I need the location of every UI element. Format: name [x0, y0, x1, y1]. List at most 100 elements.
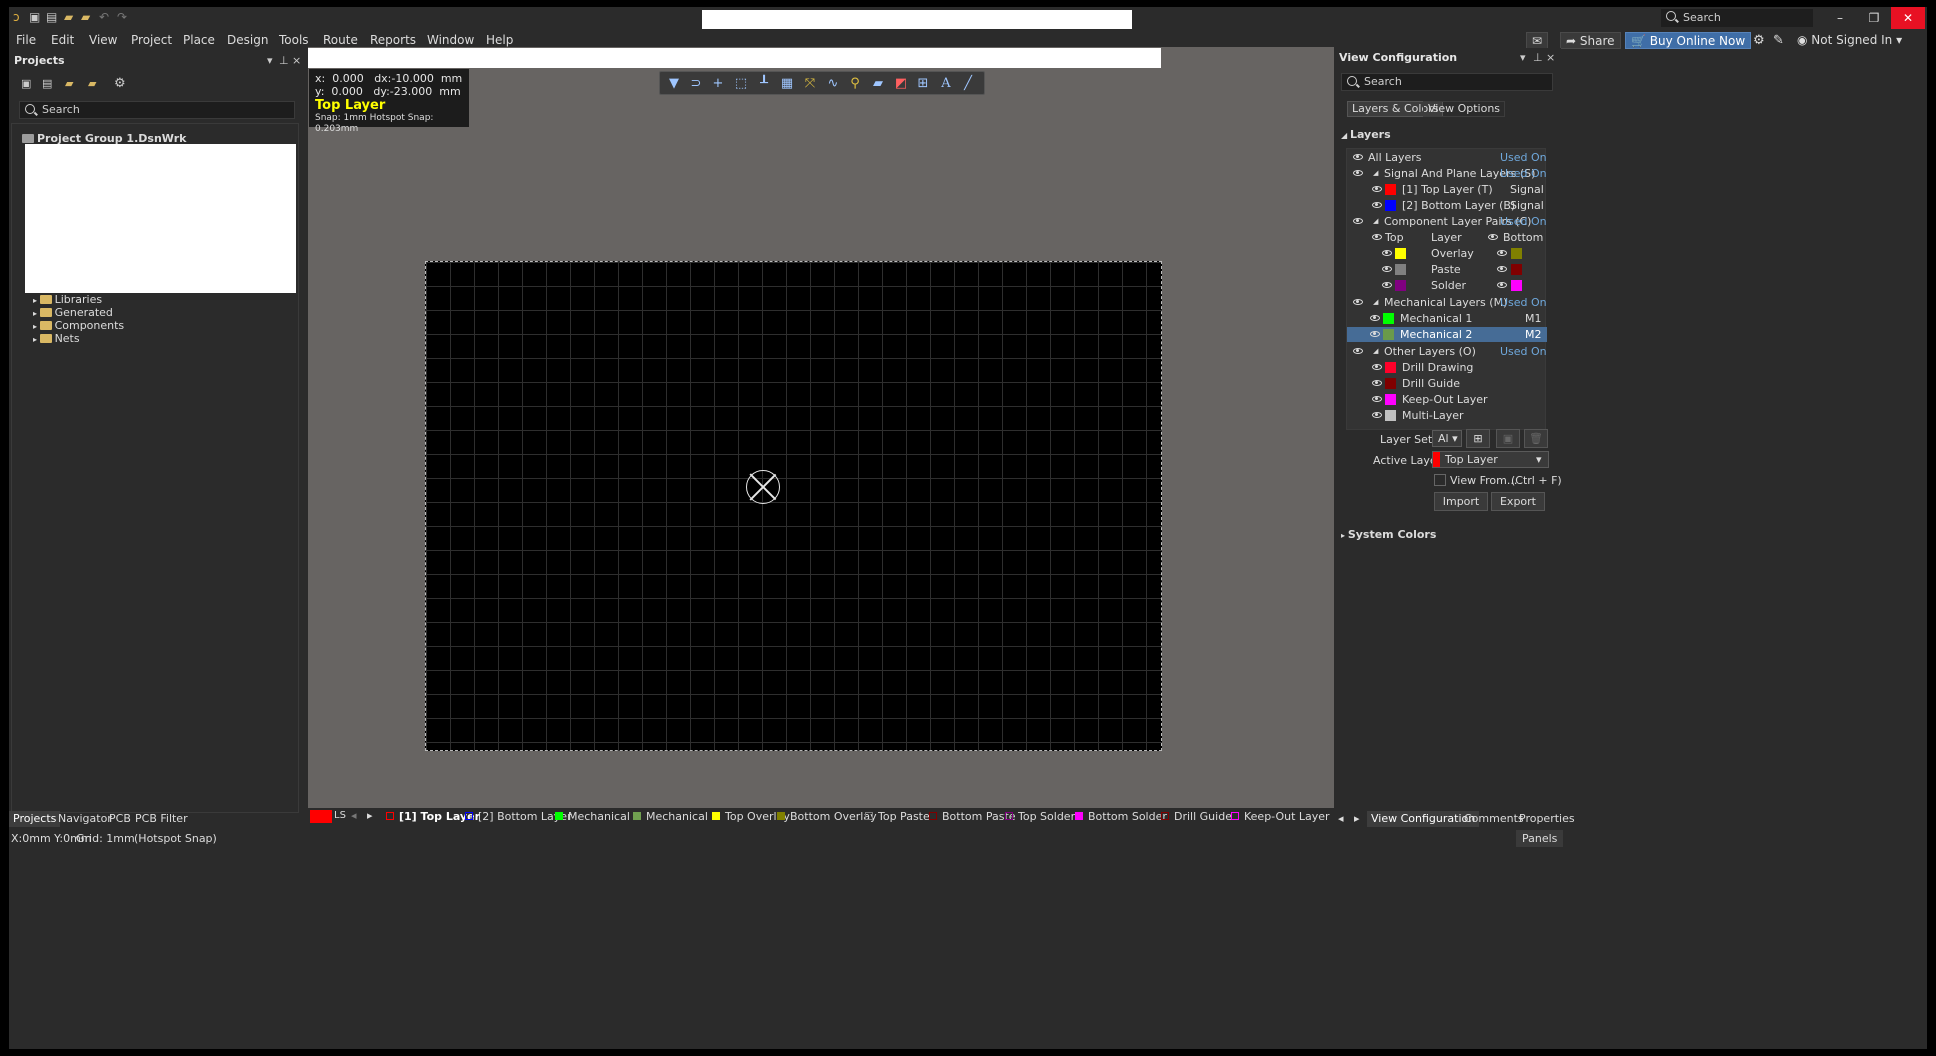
buy-online-button[interactable]: 🛒 Buy Online Now — [1625, 32, 1752, 49]
notifications-button[interactable]: ✉ — [1526, 32, 1549, 49]
select-icon[interactable]: ⬚ — [733, 76, 749, 92]
current-layer-swatch[interactable] — [310, 810, 332, 823]
layer-tab[interactable]: Bottom Overlay — [777, 810, 877, 824]
eye-icon[interactable] — [1488, 234, 1498, 240]
color-swatch[interactable] — [1385, 362, 1396, 373]
row-all-layers[interactable]: All Layers Used On — [1347, 150, 1547, 165]
eye-icon[interactable] — [1372, 234, 1382, 240]
eye-icon[interactable] — [1372, 380, 1382, 386]
row-solder[interactable]: Solder — [1347, 278, 1547, 293]
color-swatch[interactable] — [1385, 184, 1396, 195]
row-keepout[interactable]: Keep-Out Layer — [1347, 392, 1547, 407]
menu-view[interactable]: View — [89, 33, 117, 47]
save-all-projects-icon[interactable]: ▤ — [42, 77, 52, 90]
prev-layer-icon[interactable]: ◂ — [351, 809, 357, 822]
used-on-link[interactable]: Used On — [1500, 214, 1547, 229]
tools-icon[interactable]: ✎ — [1773, 33, 1784, 48]
color-swatch-bottom[interactable] — [1511, 264, 1522, 275]
menu-design[interactable]: Design — [227, 33, 268, 47]
row-mechanical-1[interactable]: Mechanical 1 M1 — [1347, 311, 1547, 326]
scroll-right-icon[interactable]: ▸ — [1354, 812, 1360, 825]
color-swatch-bottom[interactable] — [1511, 248, 1522, 259]
used-on-link[interactable]: Used On — [1500, 150, 1547, 165]
menu-project[interactable]: Project — [131, 33, 172, 47]
active-layer-dropdown[interactable]: Top Layer ▾ — [1432, 451, 1549, 468]
eye-icon[interactable] — [1370, 331, 1380, 337]
color-swatch-top[interactable] — [1395, 280, 1406, 291]
eye-icon[interactable] — [1372, 364, 1382, 370]
open-project-icon[interactable]: ▰ — [65, 77, 73, 90]
settings-icon[interactable]: ⚙ — [114, 76, 126, 91]
component-icon[interactable]: ▦ — [779, 76, 795, 92]
undo-icon[interactable]: ↶ — [99, 10, 109, 24]
tab-pcb-filter[interactable]: PCB Filter — [131, 811, 192, 827]
eye-icon[interactable] — [1382, 250, 1392, 256]
row-component-group[interactable]: ◢ Component Layer Pairs (C) Used On — [1347, 214, 1547, 229]
panel-menu-icon[interactable]: ▾ — [267, 51, 273, 71]
collapse-icon[interactable]: ◢ — [1373, 214, 1378, 229]
account-button[interactable]: ◉ Not Signed In ▾ — [1797, 33, 1902, 47]
export-button[interactable]: Export — [1491, 492, 1545, 511]
eye-icon[interactable] — [1372, 186, 1382, 192]
tree-item-generated[interactable]: ▸ Generated — [33, 306, 113, 319]
used-on-link[interactable]: Used On — [1500, 344, 1547, 359]
menu-reports[interactable]: Reports — [370, 33, 416, 47]
collapse-icon[interactable]: ◢ — [1373, 166, 1378, 181]
view-config-search-input[interactable]: Search — [1341, 73, 1553, 91]
eye-icon[interactable] — [1382, 266, 1392, 272]
eye-icon[interactable] — [1372, 412, 1382, 418]
system-colors-header[interactable]: ▸ System Colors — [1341, 528, 1436, 541]
row-signal-group[interactable]: ◢ Signal And Plane Layers (S) Used On — [1347, 166, 1547, 181]
collapse-icon[interactable]: ◢ — [1373, 295, 1378, 310]
color-swatch-bottom[interactable] — [1511, 280, 1522, 291]
row-multi-layer[interactable]: Multi-Layer — [1347, 408, 1547, 423]
save-icon[interactable]: ▣ — [29, 10, 40, 24]
row-paste[interactable]: Paste — [1347, 262, 1547, 277]
redo-icon[interactable]: ↷ — [117, 10, 127, 24]
diff-pair-icon[interactable]: ∿ — [825, 76, 841, 92]
tab-projects[interactable]: Projects — [9, 811, 61, 827]
tree-item-components[interactable]: ▸ Components — [33, 319, 124, 332]
row-overlay[interactable]: Overlay — [1347, 246, 1547, 261]
layer-tab[interactable]: Bottom Solder — [1075, 810, 1167, 824]
scroll-left-icon[interactable]: ◂ — [1338, 812, 1344, 825]
import-button[interactable]: Import — [1434, 492, 1488, 511]
align-icon[interactable]: ┸ — [756, 76, 772, 92]
keepout-icon[interactable]: ◩ — [893, 76, 909, 92]
route-icon[interactable]: ⤧ — [802, 76, 818, 92]
save-layer-set-button[interactable]: ▣ — [1496, 429, 1520, 448]
panels-button[interactable]: Panels — [1516, 830, 1564, 847]
row-other-group[interactable]: ◢ Other Layers (O) Used On — [1347, 344, 1547, 359]
layer-tab[interactable]: Mechanical 2 — [633, 810, 718, 824]
pin-icon[interactable]: ⊥ — [1533, 48, 1543, 68]
tree-item-libraries[interactable]: ▸ Libraries — [33, 293, 102, 306]
eye-icon[interactable] — [1497, 282, 1507, 288]
layer-tab[interactable]: Mechanical 1 — [555, 810, 640, 824]
eye-icon[interactable] — [1353, 218, 1363, 224]
menu-tools[interactable]: Tools — [279, 33, 309, 47]
color-swatch-top[interactable] — [1395, 264, 1406, 275]
collapse-icon[interactable]: ◢ — [1373, 344, 1378, 359]
add-layer-set-button[interactable]: ⊞ — [1466, 429, 1490, 448]
eye-icon[interactable] — [1382, 282, 1392, 288]
layers-section-header[interactable]: ◢ Layers — [1341, 128, 1391, 141]
row-mechanical-2-selected[interactable]: Mechanical 2 M2 — [1347, 327, 1547, 342]
layer-set-button[interactable]: LS — [334, 810, 346, 821]
eye-icon[interactable] — [1353, 299, 1363, 305]
view-from-checkbox[interactable] — [1434, 474, 1446, 486]
close-button[interactable]: ✕ — [1891, 7, 1925, 29]
eye-icon[interactable] — [1372, 396, 1382, 402]
text-icon[interactable]: A — [938, 76, 954, 92]
color-swatch-top[interactable] — [1395, 248, 1406, 259]
gear-icon[interactable]: ⚙ — [1753, 33, 1765, 48]
row-mech-group[interactable]: ◢ Mechanical Layers (M) Used On — [1347, 295, 1547, 310]
share-button[interactable]: ➦ Share — [1560, 32, 1621, 49]
crosshair-icon[interactable]: + — [710, 76, 726, 92]
layer-tab[interactable]: Bottom Paste — [929, 810, 1016, 824]
layer-tab[interactable]: Top Solder — [1005, 810, 1075, 824]
color-swatch[interactable] — [1383, 329, 1394, 340]
delete-layer-set-button[interactable]: 🗑 — [1524, 429, 1548, 448]
color-swatch[interactable] — [1385, 378, 1396, 389]
dimension-icon[interactable]: ⊞ — [915, 76, 931, 92]
next-layer-icon[interactable]: ▸ — [367, 809, 373, 822]
